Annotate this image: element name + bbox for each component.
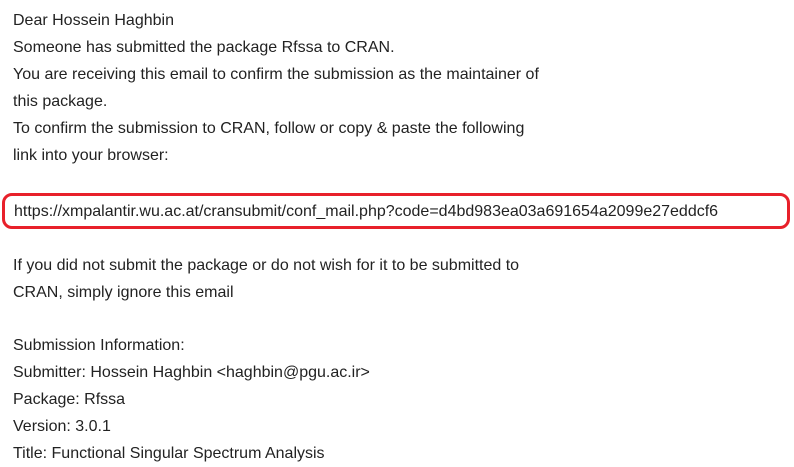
confirm-link[interactable]: https://xmpalantir.wu.ac.at/cransubmit/c… (14, 201, 718, 223)
version-line: Version: 3.0.1 (13, 418, 111, 435)
ignore-notice: If you did not submit the package or do … (13, 252, 519, 306)
title-line: Title: Functional Singular Spectrum Anal… (13, 445, 325, 462)
intro-line: You are receiving this email to confirm … (13, 66, 539, 83)
package-line: Package: Rfssa (13, 391, 126, 408)
highlighted-link-box: https://xmpalantir.wu.ac.at/cransubmit/c… (2, 193, 790, 229)
greeting: Dear Hossein Haghbin (13, 12, 174, 29)
intro-line: this package. (13, 93, 108, 110)
intro-line: To confirm the submission to CRAN, follo… (13, 120, 525, 137)
ignore-line: If you did not submit the package or do … (13, 257, 520, 274)
submission-heading: Submission Information: (13, 337, 185, 354)
email-intro: Dear Hossein Haghbin Someone has submitt… (13, 7, 539, 169)
ignore-line: CRAN, simply ignore this email (13, 284, 234, 301)
intro-line: Someone has submitted the package Rfssa … (13, 39, 395, 56)
intro-line: link into your browser: (13, 147, 169, 164)
submitter-line: Submitter: Hossein Haghbin <haghbin@pgu.… (13, 364, 370, 381)
submission-info: Submission Information: Submitter: Hosse… (13, 332, 370, 467)
